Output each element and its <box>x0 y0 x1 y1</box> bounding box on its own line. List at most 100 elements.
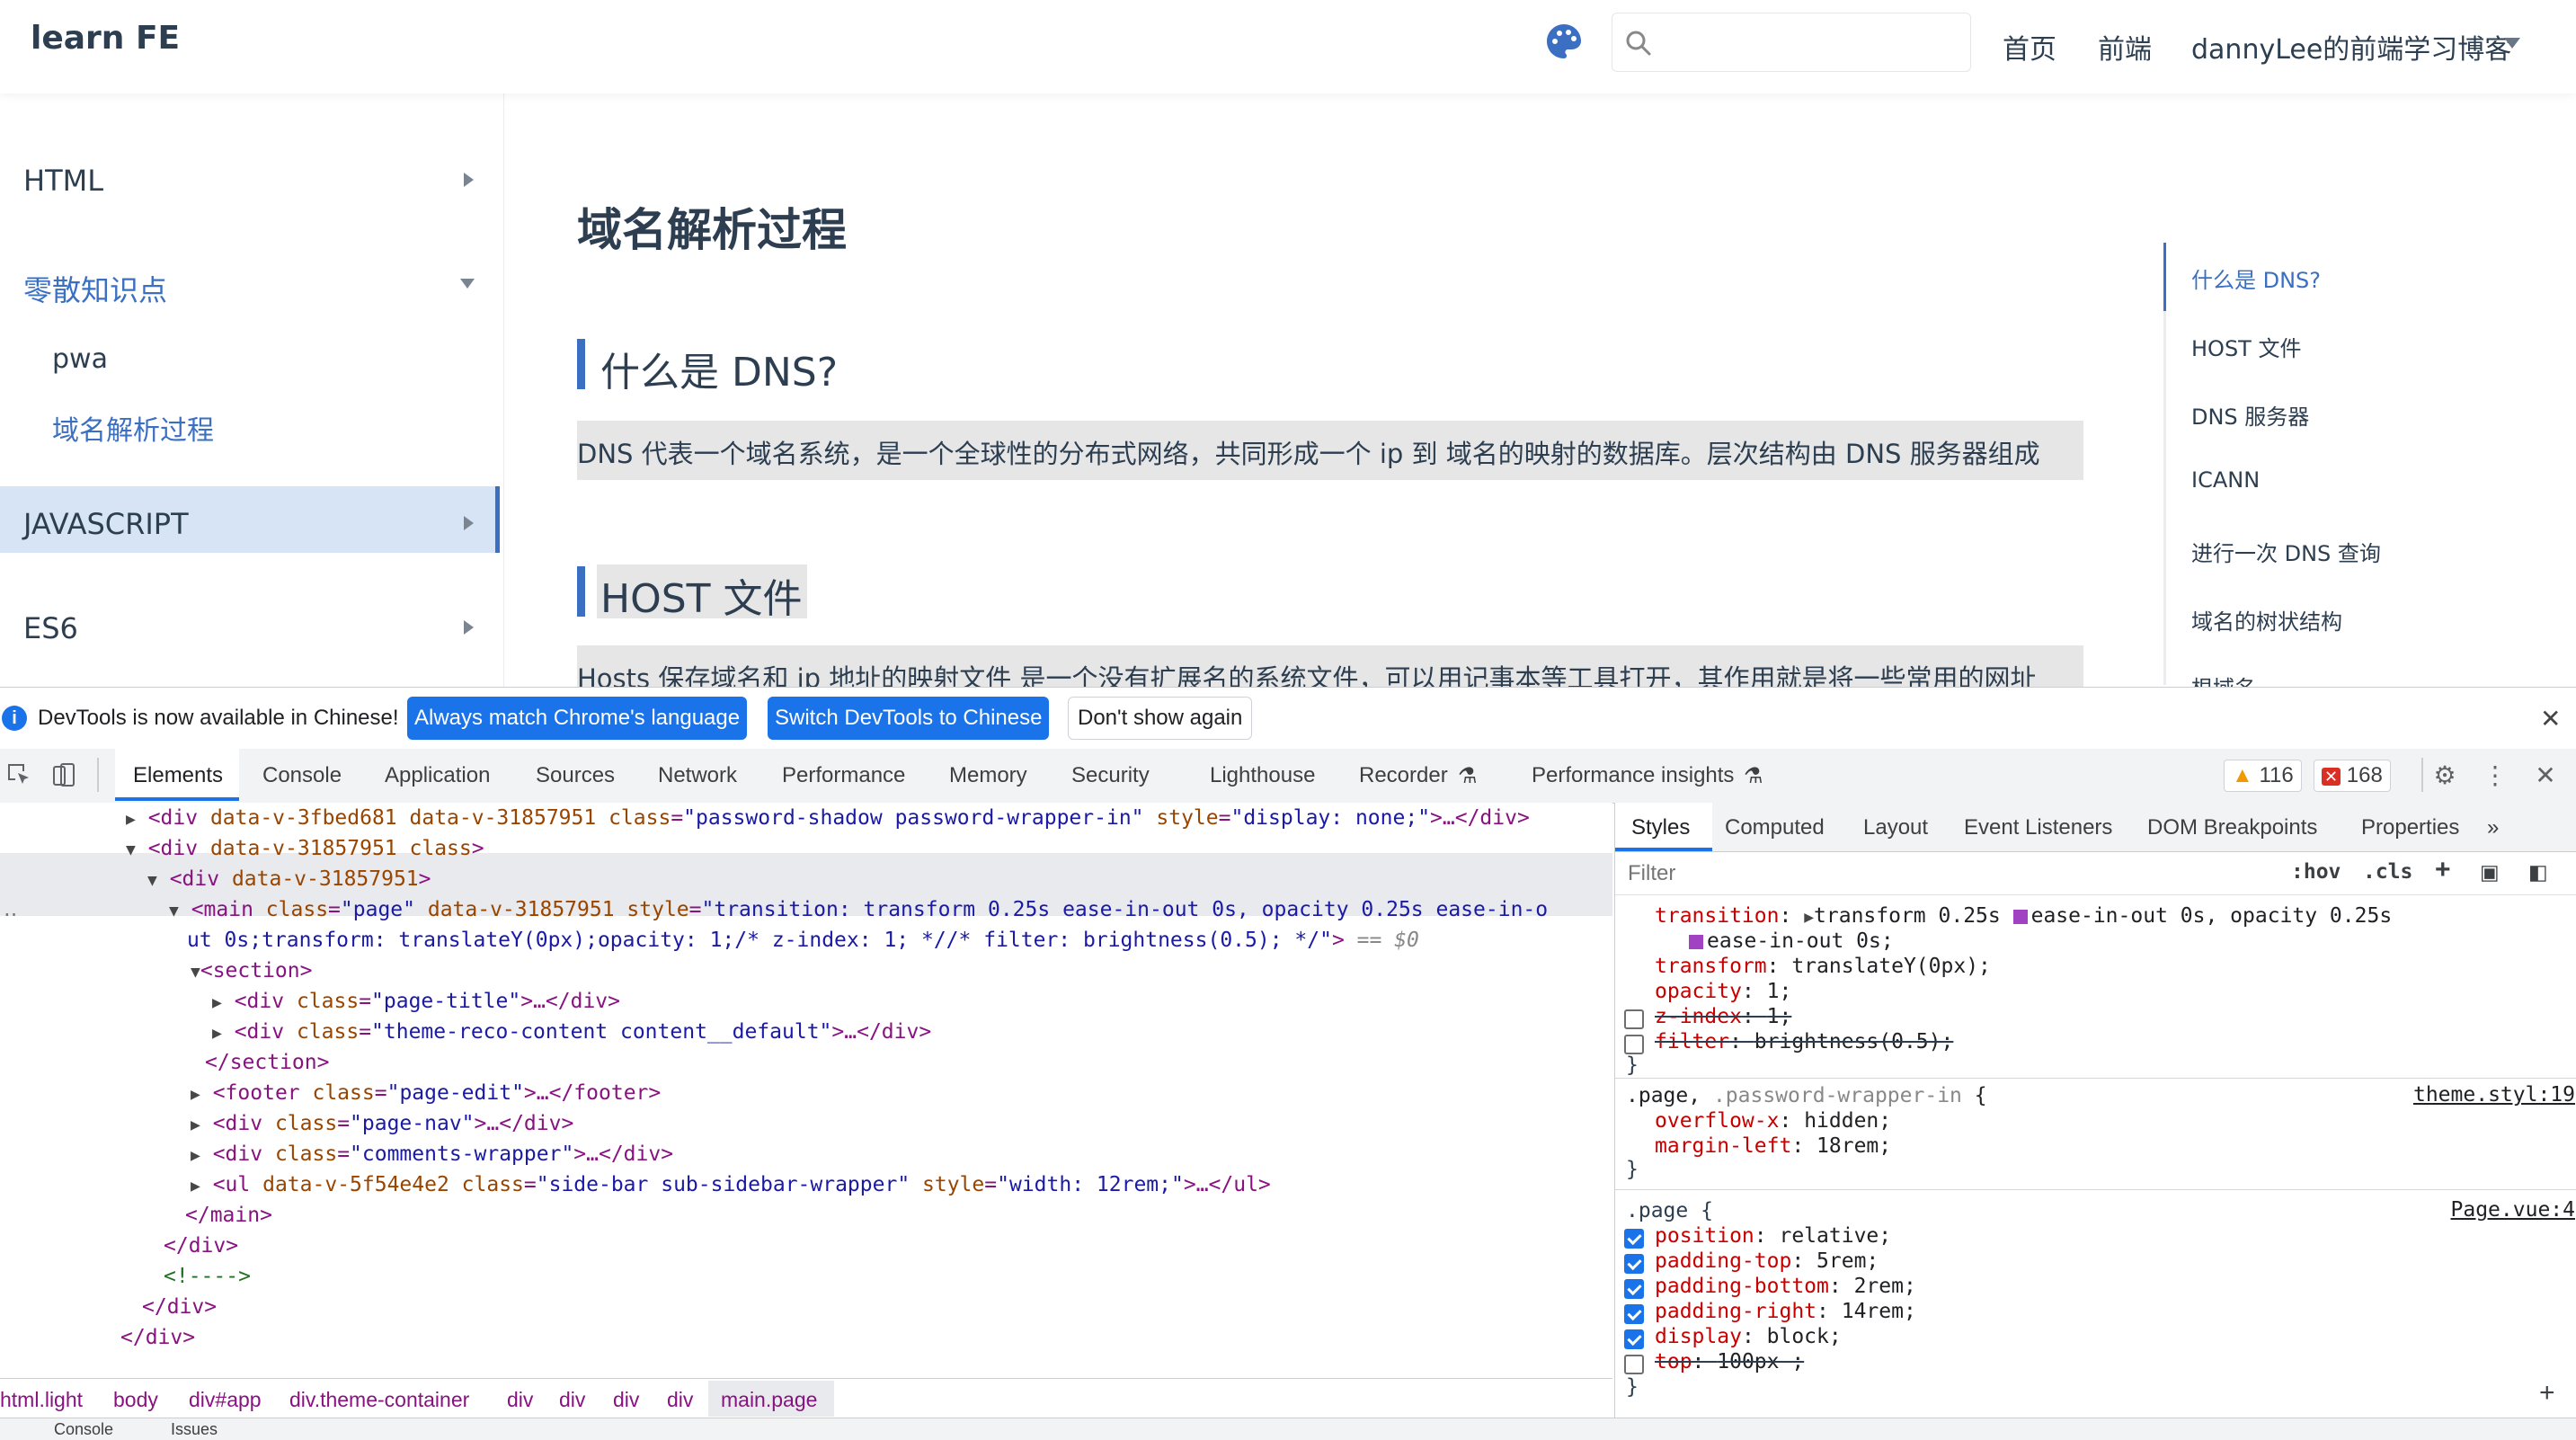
sidebar-group-javascript[interactable]: JAVASCRIPT <box>23 507 189 541</box>
crumb-app[interactable]: div#app <box>189 1388 262 1412</box>
tab-layout[interactable]: Layout <box>1863 815 1928 840</box>
tab-lighthouse[interactable]: Lighthouse <box>1210 763 1315 788</box>
close-devtools-icon[interactable]: ✕ <box>2531 761 2560 790</box>
toc-item-dns[interactable]: 什么是 DNS? <box>2191 262 2321 294</box>
dom-line[interactable]: </main> <box>0 1200 1612 1231</box>
errors-badge[interactable]: ✕ 168 <box>2314 760 2391 792</box>
dom-line[interactable]: ▶ <div data-v-3fbed681 data-v-31857951 c… <box>0 803 1612 833</box>
tab-dom-breakpoints[interactable]: DOM Breakpoints <box>2147 815 2317 840</box>
tab-performance[interactable]: Performance <box>782 763 905 788</box>
collapse-triangle-icon[interactable]: ▼ <box>169 902 179 920</box>
style-decl-padding-right[interactable]: padding-right: 14rem; <box>1655 1299 1916 1324</box>
sidebar-group-html[interactable]: HTML <box>23 164 103 198</box>
style-checkbox[interactable] <box>1624 1009 1644 1029</box>
more-tabs-icon[interactable]: » <box>2487 815 2499 840</box>
tab-performance-insights[interactable]: Performance insights <box>1532 763 1734 788</box>
tab-memory[interactable]: Memory <box>949 763 1027 788</box>
style-decl-zindex[interactable]: z-index: 1; <box>1655 1004 1791 1029</box>
rule-source-link[interactable]: theme.styl:19 <box>2413 1083 2575 1107</box>
expand-triangle-icon[interactable]: ▶ <box>191 1085 200 1104</box>
style-decl-transition[interactable]: transition: ▶transform 0.25s ease-in-out… <box>1655 903 2392 930</box>
chevron-right-icon[interactable] <box>464 173 474 187</box>
expand-triangle-icon[interactable]: ▶ <box>212 1024 222 1043</box>
dom-line[interactable]: </div> <box>0 1322 1612 1353</box>
crumb-div[interactable]: div <box>559 1388 585 1412</box>
expand-triangle-icon[interactable]: ▶ <box>126 810 136 829</box>
dom-line[interactable]: ▼ <div data-v-31857951> <box>0 864 1612 894</box>
expand-triangle-icon[interactable]: ▶ <box>191 1146 200 1165</box>
close-icon[interactable]: ✕ <box>2540 704 2561 733</box>
crumb-body[interactable]: body <box>113 1388 158 1412</box>
dom-line[interactable]: ▶ <div class="comments-wrapper">…</div> <box>0 1139 1612 1169</box>
add-rule-icon[interactable]: + <box>2435 855 2451 885</box>
dom-line[interactable]: ▶ <div class="theme-reco-content content… <box>0 1017 1612 1047</box>
sidebar-item-dns[interactable]: 域名解析过程 <box>52 408 214 448</box>
style-decl-display[interactable]: display: block; <box>1655 1324 1842 1349</box>
tab-event-listeners[interactable]: Event Listeners <box>1964 815 2112 840</box>
search-input[interactable] <box>1663 22 1954 64</box>
tab-elements[interactable]: Elements <box>133 763 223 788</box>
tab-recorder[interactable]: Recorder <box>1359 763 1448 788</box>
tab-computed[interactable]: Computed <box>1725 815 1825 840</box>
styles-filter-input[interactable] <box>1626 858 2169 889</box>
collapse-triangle-icon[interactable]: ▼ <box>191 963 200 982</box>
dom-line[interactable]: </div> <box>0 1292 1612 1322</box>
style-decl-padding-bottom[interactable]: padding-bottom: 2rem; <box>1655 1274 1916 1299</box>
rule-source-link[interactable]: Page.vue:4 <box>2451 1198 2575 1222</box>
style-checkbox[interactable] <box>1624 1304 1644 1324</box>
tab-application[interactable]: Application <box>385 763 490 788</box>
drawer-tab-console[interactable]: Console <box>54 1420 113 1439</box>
crumb-html[interactable]: html.light <box>0 1388 83 1412</box>
dom-line[interactable]: ▼ <div data-v-31857951 class> <box>0 833 1612 864</box>
rule-selector[interactable]: .page, .password-wrapper-in { <box>1626 1083 1987 1108</box>
add-rule-icon[interactable]: + <box>2539 1378 2555 1409</box>
gear-icon[interactable]: ⚙ <box>2430 761 2459 790</box>
sidebar-item-pwa[interactable]: pwa <box>52 343 108 375</box>
palette-icon[interactable] <box>1544 22 1584 61</box>
style-checkbox[interactable] <box>1624 1329 1644 1349</box>
dom-line[interactable]: ▶ <div class="page-title">…</div> <box>0 986 1612 1017</box>
dom-line[interactable]: <!----> <box>0 1261 1612 1292</box>
rule-selector[interactable]: .page { <box>1626 1198 1713 1223</box>
dont-show-again-button[interactable]: Don't show again <box>1068 697 1253 740</box>
style-decl-filter[interactable]: filter: brightness(0.5); <box>1655 1029 1953 1054</box>
always-match-language-button[interactable]: Always match Chrome's language <box>407 697 748 740</box>
dom-line[interactable]: ▶ <footer class="page-edit">…</footer> <box>0 1078 1612 1108</box>
style-decl-opacity[interactable]: opacity: 1; <box>1655 979 1791 1004</box>
tab-styles[interactable]: Styles <box>1631 815 1690 840</box>
tab-console[interactable]: Console <box>262 763 342 788</box>
paint-icon[interactable]: ▣ <box>2480 860 2500 884</box>
dom-line[interactable]: ▶ <ul data-v-5f54e4e2 class="side-bar su… <box>0 1169 1612 1200</box>
switch-to-chinese-button[interactable]: Switch DevTools to Chinese <box>768 697 1050 740</box>
toggle-sidebar-icon[interactable]: ◧ <box>2528 860 2548 884</box>
chevron-right-icon[interactable] <box>464 620 474 635</box>
easing-swatch-icon[interactable] <box>1689 934 1703 949</box>
search-box[interactable] <box>1612 13 1971 72</box>
style-decl-padding-top[interactable]: padding-top: 5rem; <box>1655 1249 1879 1274</box>
hov-toggle[interactable]: :hov <box>2291 860 2341 884</box>
expand-triangle-icon[interactable]: ▶ <box>212 993 222 1012</box>
tab-network[interactable]: Network <box>658 763 737 788</box>
cls-toggle[interactable]: .cls <box>2363 860 2412 884</box>
dom-line[interactable]: ▶ <div class="page-nav">…</div> <box>0 1108 1612 1139</box>
style-decl-margin-left[interactable]: margin-left: 18rem; <box>1655 1133 1891 1159</box>
tab-sources[interactable]: Sources <box>536 763 615 788</box>
style-checkbox[interactable] <box>1624 1254 1644 1274</box>
site-title[interactable]: learn FE <box>31 20 180 57</box>
dom-line[interactable]: </section> <box>0 1047 1612 1078</box>
crumb-div[interactable]: div <box>667 1388 693 1412</box>
inspect-element-icon[interactable] <box>5 761 32 788</box>
tab-security[interactable]: Security <box>1071 763 1150 788</box>
dom-line[interactable]: ▼<section> <box>0 956 1612 986</box>
style-decl-transform[interactable]: transform: translateY(0px); <box>1655 954 1991 979</box>
style-decl-top[interactable]: top: 100px ; <box>1655 1349 1804 1374</box>
toc-item-icann[interactable]: ICANN <box>2191 467 2260 493</box>
expand-triangle-icon[interactable]: ▶ <box>191 1116 200 1134</box>
expand-triangle-icon[interactable]: ▶ <box>1804 908 1814 927</box>
expand-triangle-icon[interactable]: ▶ <box>191 1177 200 1196</box>
toc-item-dns-query[interactable]: 进行一次 DNS 查询 <box>2191 536 2381 567</box>
crumb-div[interactable]: div <box>613 1388 639 1412</box>
style-checkbox[interactable] <box>1624 1035 1644 1054</box>
chevron-down-icon[interactable] <box>2504 38 2520 49</box>
nav-link-home[interactable]: 首页 <box>2003 27 2056 67</box>
